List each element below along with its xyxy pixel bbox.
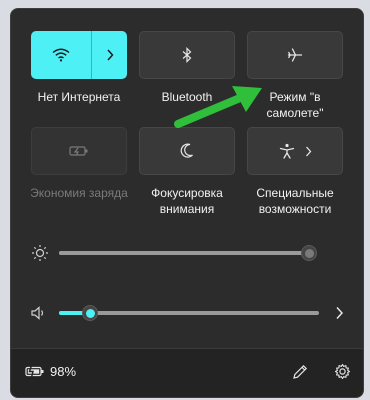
moon-icon	[180, 143, 193, 158]
chevron-right-icon	[305, 146, 311, 156]
battery-saver-tile[interactable]	[31, 127, 127, 175]
chevron-right-icon	[107, 49, 114, 61]
wifi-icon	[52, 48, 70, 62]
quick-settings-footer: 98%	[11, 348, 363, 397]
battery-status[interactable]: 98%	[25, 364, 76, 379]
wifi-label: Нет Интернета	[37, 90, 121, 104]
brightness-slider[interactable]	[59, 251, 309, 255]
battery-charging-icon	[25, 365, 44, 378]
bluetooth-tile[interactable]	[139, 31, 235, 79]
chevron-right-icon[interactable]	[335, 306, 344, 320]
sun-icon	[32, 245, 48, 261]
wifi-toggle-button[interactable]	[31, 31, 93, 79]
accessibility-label: Специальные возможности	[256, 186, 334, 216]
airplane-mode-label: Режим "в самолете"	[266, 90, 324, 120]
brightness-slider-thumb[interactable]	[301, 245, 317, 261]
wifi-expand-button[interactable]	[92, 31, 127, 79]
accessibility-tile[interactable]	[247, 127, 343, 175]
battery-saver-icon	[69, 146, 88, 156]
quick-settings-panel: Нет Интернета Bluetooth Режим "в самолет…	[10, 8, 364, 398]
bluetooth-icon	[182, 47, 192, 63]
focus-tile[interactable]	[139, 127, 235, 175]
battery-percent: 98%	[50, 364, 77, 379]
brightness-slider-fill	[59, 251, 309, 255]
airplane-icon	[287, 48, 303, 62]
accessibility-icon	[279, 143, 294, 159]
edit-pencil-icon[interactable]	[292, 364, 308, 380]
volume-slider-thumb[interactable]	[82, 305, 99, 321]
wifi-tile[interactable]	[31, 31, 127, 79]
bluetooth-label: Bluetooth	[161, 90, 213, 104]
focus-label: Фокусировка внимания	[151, 186, 223, 216]
gear-icon[interactable]	[334, 363, 351, 380]
speaker-icon[interactable]	[31, 306, 47, 320]
battery-saver-label: Экономия заряда	[30, 186, 128, 200]
airplane-mode-tile[interactable]	[247, 31, 343, 79]
